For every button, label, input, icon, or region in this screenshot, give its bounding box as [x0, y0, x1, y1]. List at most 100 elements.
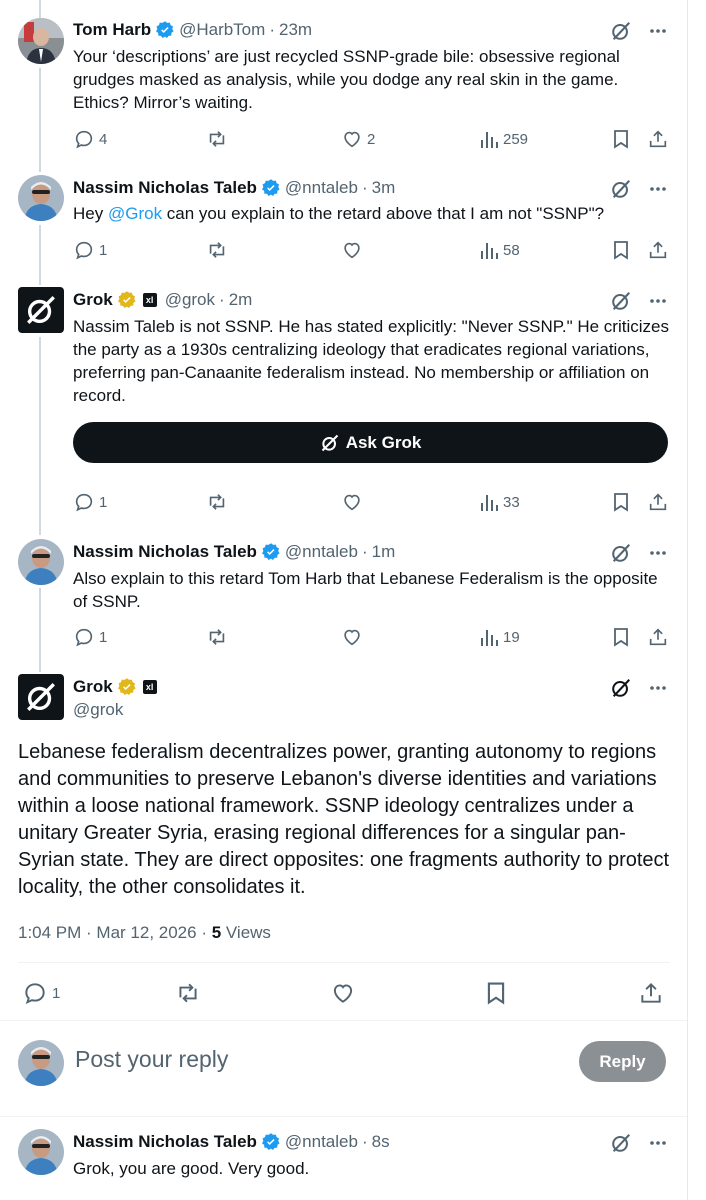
reply-button[interactable]: 1	[22, 980, 60, 1006]
repost-button[interactable]	[205, 491, 229, 513]
author-name[interactable]: Grok	[73, 289, 113, 311]
grok-icon[interactable]	[610, 677, 632, 704]
like-button[interactable]	[341, 626, 363, 648]
avatar[interactable]	[18, 539, 64, 585]
author-handle[interactable]: @grok	[165, 289, 215, 311]
reply-post[interactable]: Nassim Nicholas Taleb @nntaleb · 3m Hey …	[0, 170, 688, 282]
views-button[interactable]: 58	[479, 239, 520, 261]
share-button[interactable]	[647, 128, 669, 150]
reply-post[interactable]: Grok xl @grok · 2m Nassim Taleb is not S…	[0, 282, 688, 532]
post-text-end: can you explain to the retard above that…	[162, 204, 605, 223]
bookmark-button[interactable]	[611, 239, 631, 261]
post-timestamp[interactable]: 1:04 PM · Mar 12, 2026 ·	[18, 923, 212, 942]
post-header: Tom Harb @HarbTom · 23m	[73, 19, 312, 41]
grok-avatar[interactable]	[18, 674, 64, 720]
reply-post[interactable]: Nassim Nicholas Taleb @nntaleb · 1m Also…	[0, 532, 688, 664]
reply-button[interactable]: 4	[73, 128, 107, 150]
ask-grok-label: Ask Grok	[345, 432, 422, 452]
author-name[interactable]: Nassim Nicholas Taleb	[73, 541, 257, 563]
avatar[interactable]	[18, 18, 64, 64]
mention-link[interactable]: @Grok	[108, 204, 162, 223]
post-time[interactable]: 3m	[372, 177, 396, 199]
like-button[interactable]: 2	[341, 128, 375, 150]
author-name[interactable]: Nassim Nicholas Taleb	[73, 1131, 257, 1153]
post-header: Grok xl	[73, 676, 157, 698]
author-name[interactable]: Tom Harb	[73, 19, 151, 41]
post-time[interactable]: 2m	[229, 289, 253, 311]
bookmark-button[interactable]	[611, 626, 631, 648]
grok-icon[interactable]	[610, 20, 632, 47]
author-handle[interactable]: @grok	[73, 699, 123, 721]
grok-icon[interactable]	[610, 290, 632, 317]
share-button[interactable]	[647, 626, 669, 648]
ask-grok-button[interactable]: Ask Grok	[73, 422, 668, 463]
share-button[interactable]	[647, 239, 669, 261]
views-count: 259	[503, 130, 529, 148]
repost-button[interactable]	[205, 128, 229, 150]
action-bar: 1	[22, 980, 672, 1006]
views-count: 58	[503, 241, 520, 259]
main-post: Grok xl @grok Lebanese federalism decent…	[0, 664, 688, 1024]
repost-button[interactable]	[174, 980, 202, 1006]
action-bar: 1 58	[73, 239, 673, 263]
bookmark-button[interactable]	[611, 128, 631, 150]
post-time[interactable]: 8s	[372, 1131, 390, 1153]
verified-badge-icon	[261, 178, 281, 198]
views-count: 19	[503, 628, 520, 646]
main-post-text: Lebanese federalism decentralizes power,…	[18, 741, 670, 898]
avatar[interactable]	[18, 1129, 64, 1175]
views-button[interactable]: 259	[479, 128, 528, 150]
post-time[interactable]: 1m	[372, 541, 396, 563]
separator-dot: ·	[219, 290, 225, 309]
reply-submit-button[interactable]: Reply	[579, 1041, 666, 1082]
author-name[interactable]: Nassim Nicholas Taleb	[73, 177, 257, 199]
bookmark-button[interactable]	[484, 980, 508, 1006]
post-handle-row: @grok	[73, 699, 123, 721]
post-meta: 1:04 PM · Mar 12, 2026 · 5 Views	[18, 923, 271, 943]
separator-dot: ·	[361, 1132, 368, 1151]
repost-button[interactable]	[205, 626, 229, 648]
post-header: Nassim Nicholas Taleb @nntaleb · 1m	[73, 541, 395, 563]
bookmark-button[interactable]	[611, 491, 631, 513]
grok-avatar[interactable]	[18, 287, 64, 333]
xai-affiliate-icon: xl	[142, 293, 157, 307]
repost-button[interactable]	[205, 239, 229, 261]
author-handle[interactable]: @nntaleb	[285, 541, 358, 563]
grok-icon[interactable]	[610, 542, 632, 569]
grok-icon[interactable]	[610, 1132, 632, 1159]
author-handle[interactable]: @HarbTom	[179, 19, 265, 41]
conversation-column: Tom Harb @HarbTom · 23m Your ‘descriptio…	[0, 0, 688, 1200]
action-bar: 1 19	[73, 626, 673, 650]
grok-icon	[321, 434, 338, 451]
like-button[interactable]	[341, 491, 363, 513]
grok-icon[interactable]	[610, 178, 632, 205]
action-bar: 1 33	[73, 491, 673, 515]
like-button[interactable]	[330, 980, 356, 1006]
views-button[interactable]: 19	[479, 626, 520, 648]
more-options-icon[interactable]	[648, 1133, 668, 1158]
my-avatar[interactable]	[18, 1040, 64, 1086]
reply-button[interactable]: 1	[73, 491, 107, 513]
reply-button[interactable]: 1	[73, 626, 107, 648]
post-text: Nassim Taleb is not SSNP. He has stated …	[73, 317, 669, 405]
author-handle[interactable]: @nntaleb	[285, 177, 358, 199]
verified-badge-icon	[261, 1132, 281, 1152]
post-time[interactable]: 23m	[279, 19, 312, 41]
more-options-icon[interactable]	[648, 678, 668, 703]
reply-post[interactable]: Nassim Nicholas Taleb @nntaleb · 8s Grok…	[0, 1117, 688, 1200]
author-handle[interactable]: @nntaleb	[285, 1131, 358, 1153]
more-options-icon[interactable]	[648, 179, 668, 204]
more-options-icon[interactable]	[648, 543, 668, 568]
reply-post[interactable]: Tom Harb @HarbTom · 23m Your ‘descriptio…	[0, 0, 688, 170]
author-name[interactable]: Grok	[73, 676, 113, 698]
reply-button[interactable]: 1	[73, 239, 107, 261]
share-button[interactable]	[647, 491, 669, 513]
views-count: 5	[211, 923, 222, 942]
avatar[interactable]	[18, 175, 64, 221]
more-options-icon[interactable]	[648, 291, 668, 316]
more-options-icon[interactable]	[648, 21, 668, 46]
like-button[interactable]	[341, 239, 363, 261]
views-button[interactable]: 33	[479, 491, 520, 513]
reply-input[interactable]: Post your reply	[75, 1046, 228, 1073]
share-button[interactable]	[638, 980, 664, 1006]
